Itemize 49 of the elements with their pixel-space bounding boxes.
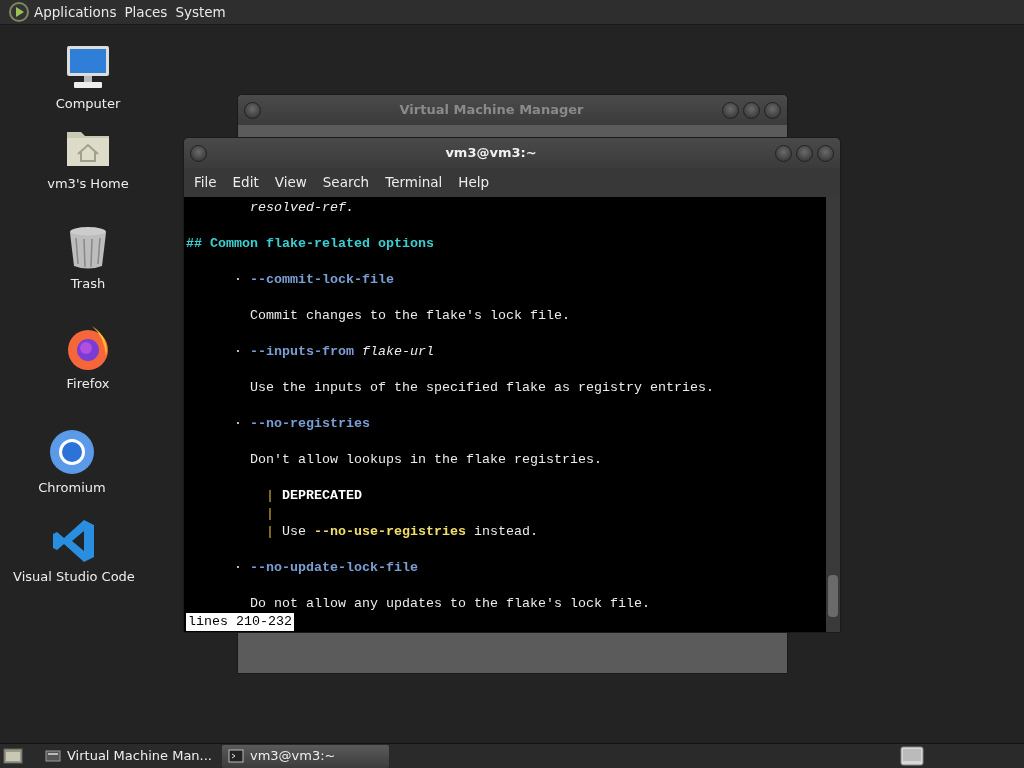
maximize-button[interactable] [743, 101, 760, 119]
menu-item[interactable]: File [194, 172, 225, 193]
terminal-line: | [265, 505, 275, 523]
logo-icon[interactable] [8, 1, 30, 23]
terminal-line: · --no-update-lock-file [233, 559, 419, 577]
maximize-button[interactable] [796, 144, 813, 162]
close-button[interactable] [764, 101, 781, 119]
scrollbar-thumb[interactable] [828, 575, 838, 617]
terminal-line: resolved-ref. [249, 199, 355, 217]
terminal-line: ## Common flake-related options [186, 235, 435, 253]
icon-label[interactable]: Trash [70, 274, 106, 294]
window-title: vm3@vm3:~ [444, 144, 538, 163]
terminal-line: | Use --no-use-registries instead. [265, 523, 539, 541]
menu-item[interactable]: Edit [232, 172, 267, 193]
menu-item[interactable]: View [274, 172, 315, 193]
icon-label[interactable]: Firefox [66, 374, 110, 394]
icon-label[interactable]: Computer [55, 94, 121, 114]
terminal-line: Commit changes to the flake's lock file. [249, 307, 571, 325]
terminal-line: · --inputs-from flake-url [233, 343, 435, 361]
icon-label[interactable]: Visual Studio Code [13, 567, 135, 587]
browser-icon[interactable] [48, 428, 96, 476]
close-button[interactable] [817, 144, 834, 162]
status-text: lines 210-232 [186, 613, 294, 631]
window-menu-button[interactable] [244, 101, 261, 119]
scrollbar[interactable] [826, 197, 840, 632]
terminal-line: · --commit-lock-file [233, 271, 395, 289]
menu-item[interactable]: Terminal [385, 172, 451, 193]
menu-item[interactable]: Help [458, 172, 498, 193]
show-desktop-icon[interactable] [3, 747, 23, 765]
panel-menu[interactable]: Applications [30, 1, 121, 23]
menu-item[interactable]: Search [322, 172, 378, 193]
taskbar-button[interactable]: vm3@vm3:~ [222, 744, 389, 768]
panel-menu[interactable]: Places [120, 1, 172, 23]
window-icon [45, 748, 61, 764]
window-menu-button[interactable] [190, 144, 207, 162]
panel-menu[interactable]: System [171, 1, 230, 23]
terminal-line: Do not allow any updates to the flake's lock file. [249, 595, 651, 613]
icon-label[interactable]: Chromium [38, 478, 106, 498]
taskbar-button[interactable]: Virtual Machine Man... [39, 744, 218, 768]
window-title: Virtual Machine Manager [398, 101, 585, 120]
icon-label[interactable]: vm3's Home [47, 174, 129, 194]
terminal-icon [228, 748, 244, 764]
minimize-button[interactable] [775, 144, 792, 162]
workspace-icon[interactable] [900, 746, 924, 766]
terminal-line: Use the inputs of the specified flake as registry entries. [249, 379, 715, 397]
terminal-line: · --no-registries [233, 415, 371, 433]
minimize-button[interactable] [722, 101, 739, 119]
terminal-line: Don't allow lookups in the flake registries. [249, 451, 603, 469]
terminal-line: | DEPRECATED [265, 487, 363, 505]
